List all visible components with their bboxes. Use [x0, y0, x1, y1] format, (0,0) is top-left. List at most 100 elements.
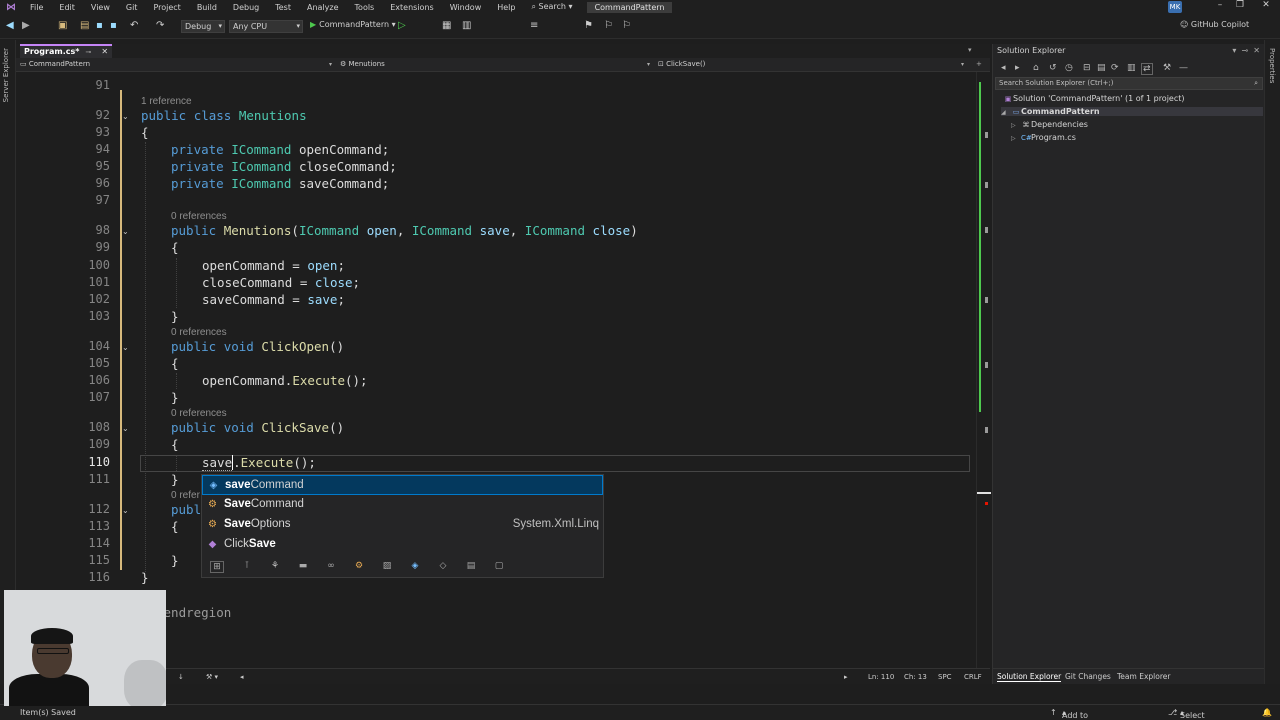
filter-delegates-icon[interactable]: ▢	[492, 561, 506, 573]
menu-help[interactable]: Help	[489, 3, 523, 12]
filter-properties-icon[interactable]: ◇	[436, 561, 450, 573]
notifications-icon[interactable]: 🔔	[1262, 708, 1272, 717]
open-folder-icon[interactable]: ▤	[80, 20, 89, 31]
fold-chevron-icon[interactable]: ⌄	[122, 112, 129, 121]
codelens-references[interactable]: 0 references	[171, 408, 227, 419]
menu-file[interactable]: File	[22, 3, 51, 12]
configuration-select[interactable]: Debug ▾	[181, 20, 225, 33]
filter-methods-icon[interactable]: ⚙	[352, 561, 366, 573]
menu-git[interactable]: Git	[118, 3, 146, 12]
close-window-button[interactable]: ✕	[1256, 0, 1276, 10]
search-menu[interactable]: ⌕ Search ▾	[523, 2, 580, 12]
tree-solution[interactable]: ▣ Solution 'CommandPattern' (1 of 1 proje…	[1003, 94, 1185, 103]
restore-button[interactable]: ❐	[1230, 0, 1250, 10]
toolbar-comment-icon[interactable]: ≡	[530, 20, 538, 31]
class-combo[interactable]: ⚙ Menutions ▾	[340, 59, 654, 70]
close-icon[interactable]: ✕	[101, 47, 108, 56]
preview-icon[interactable]: —	[1179, 63, 1188, 73]
menu-project[interactable]: Project	[145, 3, 188, 12]
properties-icon[interactable]: ⚒	[1163, 63, 1171, 73]
completion-item[interactable]: ⚙ SaveOptions System.Xml.Linq	[202, 515, 603, 535]
menu-test[interactable]: Test	[267, 3, 299, 12]
codelens-references[interactable]: 0 references	[171, 327, 227, 338]
new-project-icon[interactable]: ▣	[58, 20, 67, 31]
filter-interfaces-icon[interactable]: ▨	[380, 561, 394, 573]
scroll-left-icon[interactable]: ◂	[240, 673, 244, 681]
github-copilot-button[interactable]: ☺ GitHub Copilot	[1180, 20, 1249, 29]
sync-icon[interactable]: ↺	[1049, 63, 1057, 73]
fold-chevron-icon[interactable]: ⌄	[122, 506, 129, 515]
menu-debug[interactable]: Debug	[225, 3, 267, 12]
select-repository-button[interactable]: Select Repository ▴	[1180, 708, 1205, 720]
toolbar-layout-icon[interactable]: ▥	[462, 20, 471, 31]
bookmark-icon[interactable]: ⚑	[584, 20, 593, 31]
bookmark-next-icon[interactable]: ⚐	[604, 20, 613, 31]
codelens-references[interactable]: 0 references	[171, 211, 227, 222]
tree-project[interactable]: ◢ ▭ CommandPattern	[1001, 107, 1263, 116]
whitespace-indicator[interactable]: SPC	[938, 673, 952, 681]
menu-analyze[interactable]: Analyze	[299, 3, 347, 12]
toolbar-tool-icon[interactable]: ▦	[442, 20, 451, 31]
menu-window[interactable]: Window	[442, 3, 490, 12]
menu-edit[interactable]: Edit	[51, 3, 83, 12]
filter-classes-icon[interactable]: ▬	[296, 561, 310, 573]
codelens-references[interactable]: 1 reference	[141, 96, 192, 107]
start-without-debugging-icon[interactable]: ▷	[398, 20, 406, 31]
tab-overflow-icon[interactable]: ▾	[968, 46, 972, 54]
pending-changes-icon[interactable]: ◷	[1065, 63, 1073, 73]
codelens-references[interactable]: 0 refer	[171, 490, 200, 501]
home-icon[interactable]: ⌂	[1033, 63, 1039, 73]
scroll-right-icon[interactable]: ▸	[844, 673, 848, 681]
tree-dependencies[interactable]: ▷ ⌘ Dependencies	[1011, 120, 1088, 129]
completion-item[interactable]: ⚙ SaveCommand	[202, 495, 603, 515]
start-debugging-button[interactable]: ▶ CommandPattern ▾	[310, 20, 396, 29]
filter-fields-icon[interactable]: ◈	[408, 561, 422, 573]
server-explorer-tab[interactable]: Server Explorer	[2, 48, 10, 102]
properties-tab[interactable]: Properties	[1268, 48, 1276, 83]
completion-item[interactable]: ◆ ClickSave	[202, 535, 603, 555]
down-arrow-icon[interactable]: ↓	[178, 673, 184, 681]
column-indicator[interactable]: Ch: 13	[904, 673, 927, 681]
menu-view[interactable]: View	[83, 3, 118, 12]
tab-git-changes[interactable]: Git Changes	[1065, 672, 1111, 681]
filter-snippets-icon[interactable]: ⊞	[210, 561, 224, 573]
editor-scrollbar[interactable]	[976, 72, 991, 668]
pin-icon[interactable]: ⊸	[85, 48, 91, 56]
filter-keywords-icon[interactable]: ⊺	[240, 561, 254, 573]
solution-search-input[interactable]: Search Solution Explorer (Ctrl+;) ⌕	[995, 77, 1263, 90]
tab-solution-explorer[interactable]: Solution Explorer	[997, 672, 1062, 682]
save-all-icon[interactable]: ▪	[110, 20, 117, 31]
collapse-all-icon[interactable]: ⊟	[1083, 63, 1091, 73]
tab-program-cs[interactable]: Program.cs* ⊸ ✕	[20, 44, 113, 58]
project-combo[interactable]: ▭ CommandPattern ▾	[20, 59, 336, 70]
code-editor[interactable]: 91 92 93 94 95 96 97 98 99 100 101 102 1…	[16, 72, 976, 668]
show-all-files-icon[interactable]: ▤	[1097, 63, 1106, 73]
back-icon[interactable]: ◂	[1001, 63, 1006, 73]
minimize-button[interactable]: –	[1210, 0, 1230, 10]
user-avatar[interactable]: MK	[1168, 1, 1182, 13]
collapse-arrow-icon[interactable]: ▷	[1011, 122, 1021, 129]
visual-studio-logo-icon[interactable]: ⋈	[0, 2, 22, 13]
wrench-icon[interactable]: ⚒ ▾	[206, 673, 218, 681]
expand-arrow-icon[interactable]: ◢	[1001, 109, 1011, 116]
intellisense-completion-list[interactable]: ◈ saveCommand ⚙ SaveCommand ⚙ SaveOption…	[201, 474, 604, 578]
back-icon[interactable]: ◀	[6, 20, 14, 31]
fold-chevron-icon[interactable]: ⌄	[122, 424, 129, 433]
switch-views-icon[interactable]: ⇄	[1141, 63, 1153, 75]
code-line-current[interactable]: save.Execute();	[202, 455, 316, 471]
filter-locals-icon[interactable]: ▤	[464, 561, 478, 573]
fold-chevron-icon[interactable]: ⌄	[122, 343, 129, 352]
filter-structs-icon[interactable]: ∞	[324, 561, 338, 573]
line-ending-indicator[interactable]: CRLF	[964, 673, 982, 681]
filter-namespaces-icon[interactable]: ⚘	[268, 561, 282, 573]
bookmark-clear-icon[interactable]: ⚐	[622, 20, 631, 31]
save-icon[interactable]: ▪	[96, 20, 103, 31]
refresh-icon[interactable]: ⟳	[1111, 63, 1119, 73]
panel-window-controls[interactable]: ▾ ⊸ ✕	[1232, 46, 1260, 55]
split-editor-icon[interactable]: +	[976, 60, 982, 68]
view-code-icon[interactable]: ▥	[1127, 63, 1136, 73]
menu-build[interactable]: Build	[189, 3, 225, 12]
line-indicator[interactable]: Ln: 110	[868, 673, 894, 681]
completion-item[interactable]: ◈ saveCommand	[202, 475, 603, 495]
platform-select[interactable]: Any CPU ▾	[229, 20, 303, 33]
